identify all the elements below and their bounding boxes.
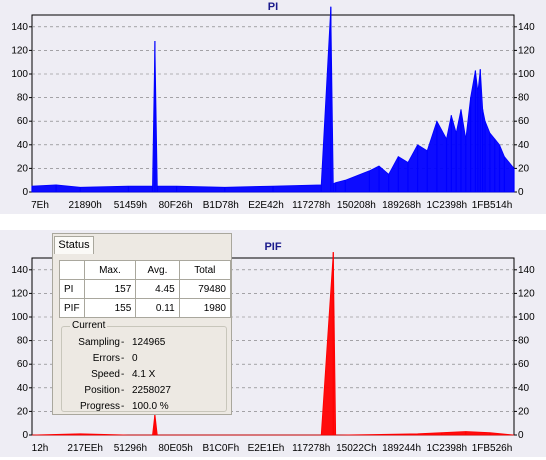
- field-label: Errors: [92, 353, 120, 364]
- field-value: 2258027: [132, 385, 171, 396]
- field-label: Progress: [79, 401, 120, 412]
- current-field-sampling: Sampling - 124965: [62, 337, 222, 353]
- y-tick-label-right: 60: [518, 359, 530, 370]
- x-tick-label: 189244h: [382, 443, 421, 454]
- y-tick-label-left: 20: [17, 163, 29, 174]
- y-tick-label-left: 40: [17, 383, 29, 394]
- current-field-position: Position - 2258027: [62, 385, 222, 401]
- y-tick-label-right: 140: [518, 265, 535, 276]
- y-tick-label-left: 120: [11, 45, 28, 56]
- y-tick-label-right: 120: [518, 288, 535, 299]
- y-tick-label-right: 80: [518, 336, 530, 347]
- stats-header-max: Max.: [83, 260, 137, 280]
- y-tick-label-left: 60: [17, 359, 29, 370]
- y-tick-label-right: 120: [518, 45, 535, 56]
- x-tick-label: 7Eh: [31, 200, 49, 211]
- stats-avg: 0.11: [135, 298, 180, 318]
- x-tick-label: B1C0Fh: [202, 443, 239, 454]
- stats-header-avg: Avg.: [135, 260, 180, 280]
- field-label: Position: [84, 385, 120, 396]
- y-tick-label-left: 80: [17, 336, 29, 347]
- x-tick-label: 1C2398h: [427, 443, 468, 454]
- stats-max: 155: [83, 298, 137, 318]
- y-tick-label-right: 80: [518, 93, 530, 104]
- x-tick-label: 217EEh: [67, 443, 103, 454]
- stats-max: 157: [83, 279, 137, 299]
- x-tick-label: E2E1Eh: [248, 443, 285, 454]
- stats-row-pi: PI 157 4.45 79480: [59, 279, 232, 299]
- y-tick-label-right: 60: [518, 116, 530, 127]
- current-group-title: Current: [70, 320, 108, 331]
- chart-title: PIF: [264, 241, 281, 253]
- status-tab[interactable]: Status: [54, 236, 94, 254]
- field-separator: -: [121, 385, 125, 396]
- stats-row-pif: PIF 155 0.11 1980: [59, 298, 232, 318]
- current-group: Current Sampling - 124965 Errors - 0 Spe…: [61, 320, 227, 412]
- x-tick-label: 1C2398h: [427, 200, 468, 211]
- y-tick-label-right: 20: [518, 163, 530, 174]
- x-tick-label: 51459h: [114, 200, 147, 211]
- field-separator: -: [121, 337, 125, 348]
- field-value: 4.1 X: [132, 369, 156, 380]
- stats-table: Max. Avg. Total PI 157 4.45 79480 PIF 15…: [59, 260, 232, 318]
- x-tick-label: 117278h: [292, 200, 330, 211]
- x-tick-label: 12h: [32, 443, 49, 454]
- field-separator: -: [121, 353, 125, 364]
- y-tick-label-right: 20: [518, 406, 530, 417]
- x-tick-label: 1FB526h: [472, 443, 513, 454]
- x-tick-label: 150208h: [337, 200, 376, 211]
- y-tick-label-left: 0: [22, 430, 28, 441]
- stats-header-row: Max. Avg. Total: [59, 260, 232, 280]
- y-tick-label-right: 0: [518, 187, 524, 198]
- x-tick-label: 15022Ch: [336, 443, 377, 454]
- x-tick-label: 189268h: [382, 200, 421, 211]
- chart-title: PI: [268, 1, 278, 13]
- y-tick-label-left: 0: [22, 187, 28, 198]
- stats-avg: 4.45: [135, 279, 180, 299]
- current-field-progress: Progress - 100.0 %: [62, 401, 222, 417]
- stats-row-label: PIF: [59, 298, 85, 318]
- field-value: 0: [132, 353, 138, 364]
- x-tick-label: 51296h: [114, 443, 147, 454]
- y-tick-label-left: 40: [17, 140, 29, 151]
- field-separator: -: [121, 401, 125, 412]
- stats-total: 1980: [178, 298, 232, 318]
- field-value: 124965: [132, 337, 166, 348]
- pi-chart-panel: 0 0 20 20 40 40 60 60 80 80 100 100 120 120 140 140 7Eh 2…: [0, 0, 546, 214]
- y-tick-label-left: 140: [11, 22, 28, 33]
- x-tick-label: 80F26h: [159, 200, 193, 211]
- stats-header-blank: [59, 260, 85, 280]
- x-tick-label: 80E05h: [158, 443, 192, 454]
- status-panel: Status Max. Avg. Total PI 157 4.45 79480…: [52, 233, 232, 415]
- field-label: Sampling: [78, 337, 120, 348]
- stats-header-total: Total: [178, 260, 232, 280]
- pi-chart: 0 0 20 20 40 40 60 60 80 80 100 100 120 120 140 140 7Eh 2…: [11, 1, 535, 211]
- y-tick-label-right: 100: [518, 69, 535, 80]
- y-tick-label-right: 140: [518, 22, 535, 33]
- y-tick-label-left: 100: [11, 69, 28, 80]
- field-value: 100.0 %: [132, 401, 169, 412]
- field-separator: -: [121, 369, 125, 380]
- x-tick-label: 21890h: [69, 200, 102, 211]
- x-tick-label: E2E42h: [248, 200, 284, 211]
- y-tick-label-right: 40: [518, 383, 530, 394]
- stats-total: 79480: [178, 279, 232, 299]
- y-tick-label-left: 20: [17, 406, 29, 417]
- y-tick-label-left: 60: [17, 116, 29, 127]
- y-tick-label-left: 120: [11, 288, 28, 299]
- y-tick-label-right: 0: [518, 430, 524, 441]
- stats-row-label: PI: [59, 279, 85, 299]
- y-tick-label-right: 40: [518, 140, 530, 151]
- y-tick-label-right: 100: [518, 312, 535, 323]
- x-tick-label: B1D78h: [203, 200, 239, 211]
- y-tick-label-left: 140: [11, 265, 28, 276]
- x-tick-label: 1FB514h: [472, 200, 513, 211]
- y-tick-label-left: 100: [11, 312, 28, 323]
- x-tick-label: 117278h: [292, 443, 330, 454]
- current-field-speed: Speed - 4.1 X: [62, 369, 222, 385]
- current-field-errors: Errors - 0: [62, 353, 222, 369]
- field-label: Speed: [91, 369, 120, 380]
- y-tick-label-left: 80: [17, 93, 29, 104]
